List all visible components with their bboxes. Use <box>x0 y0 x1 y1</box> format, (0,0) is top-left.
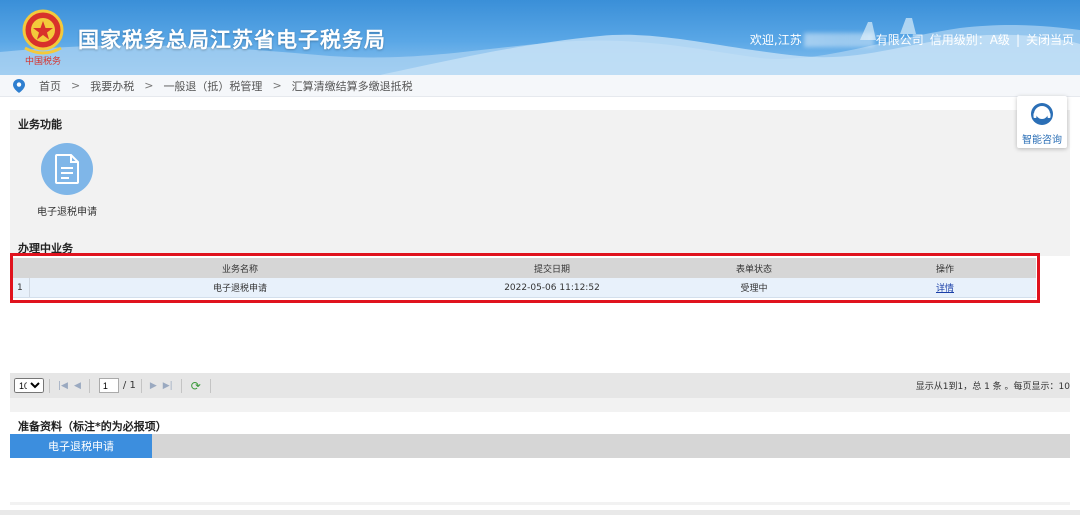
in-progress-title: 办理中业务 <box>18 242 73 255</box>
breadcrumb-separator: > <box>71 79 81 92</box>
breadcrumb-current: 汇算清缴结算多缴退抵税 <box>291 79 413 93</box>
main-panel: 业务功能 电子退税申请 办理中业务 业务名称 提交日期 表单状态 操作 1 电子… <box>10 110 1070 505</box>
document-icon <box>55 154 79 184</box>
func-icon-circle <box>41 143 93 195</box>
credit-level: 信用级别：A级 <box>929 33 1010 47</box>
pager-separator <box>88 378 90 393</box>
last-page-icon[interactable]: ▶| <box>163 381 173 391</box>
header-name: 业务名称 <box>221 264 258 275</box>
page-size-select[interactable]: 10 <box>14 378 44 393</box>
bottom-strip <box>0 510 1080 515</box>
site-header: 中国税务 国家税务总局江苏省电子税务局 欢迎,江苏 有限公司 信用级别：A级 |… <box>0 0 1080 75</box>
location-pin-icon <box>13 78 25 93</box>
company-suffix: 有限公司 <box>875 33 924 47</box>
header-date: 提交日期 <box>533 264 570 275</box>
breadcrumb: 首页 > 我要办税 > 一般退（抵）税管理 > 汇算清缴结算多缴退抵税 <box>0 75 1080 97</box>
prep-materials-title: 准备资料（标注*的为必报项） <box>18 420 167 433</box>
smart-consult-button[interactable]: 智能咨询 <box>1017 96 1067 148</box>
welcome-text: 欢迎,江苏 <box>749 33 802 47</box>
first-page-icon[interactable]: |◀ <box>58 381 68 391</box>
pager-separator <box>49 378 50 393</box>
func-label: 电子退税申请 <box>37 207 97 218</box>
detail-link[interactable]: 详情 <box>936 284 954 294</box>
e-refund-application-button[interactable]: 电子退税申请 <box>30 143 104 218</box>
refresh-icon[interactable]: ⟳ <box>191 379 201 393</box>
pager-separator <box>180 378 182 393</box>
consult-label: 智能咨询 <box>1022 135 1062 146</box>
redacted-company-name <box>803 32 874 47</box>
row-status: 受理中 <box>740 284 768 294</box>
total-pages: / 1 <box>122 380 136 391</box>
user-bar: 欢迎,江苏 有限公司 信用级别：A级 | 关闭当页 <box>750 31 1074 48</box>
breadcrumb-refund-management[interactable]: 一般退（抵）税管理 <box>163 78 262 94</box>
tax-emblem-logo: 中国税务 <box>20 8 66 67</box>
pager-separator <box>140 378 142 393</box>
header-action: 操作 <box>935 264 954 275</box>
page-number-input[interactable] <box>98 378 119 393</box>
in-progress-table: 业务名称 提交日期 表单状态 操作 1 电子退税申请 2022-05-06 11… <box>12 258 1036 298</box>
prev-page-icon[interactable]: ◀ <box>74 381 81 391</box>
tab-e-refund-application[interactable]: 电子退税申请 <box>10 434 152 458</box>
table-header: 业务名称 提交日期 表单状态 操作 <box>12 258 1036 278</box>
breadcrumb-separator: > <box>144 79 154 92</box>
business-functions-title: 业务功能 <box>18 118 62 131</box>
table-row[interactable]: 1 电子退税申请 2022-05-06 11:12:52 受理中 详情 <box>12 278 1036 298</box>
separator: | <box>1015 32 1020 47</box>
pager-info: 显示从1到1，总 1 条 。每页显示：10 <box>915 382 1070 392</box>
next-page-icon[interactable]: ▶ <box>150 381 157 391</box>
header-index <box>12 258 30 278</box>
pager: 10 |◀ ◀ / 1 ▶ ▶| ⟳ 显示从1到1，总 1 条 。每页显示：10 <box>10 373 1070 398</box>
row-date: 2022-05-06 11:12:52 <box>504 282 600 293</box>
row-index: 1 <box>12 278 30 297</box>
logo-text: 中国税务 <box>25 55 61 66</box>
pager-separator <box>209 378 211 393</box>
breadcrumb-separator: > <box>272 79 282 92</box>
row-name: 电子退税申请 <box>212 284 267 294</box>
headset-icon <box>1031 103 1053 125</box>
prep-tab-bar: 电子退税申请 <box>10 434 1070 458</box>
site-title: 国家税务总局江苏省电子税务局 <box>78 28 386 52</box>
header-status: 表单状态 <box>735 264 772 275</box>
breadcrumb-home[interactable]: 首页 <box>39 78 61 94</box>
breadcrumb-tax-handling[interactable]: 我要办税 <box>90 78 134 94</box>
close-page-link[interactable]: 关闭当页 <box>1026 31 1074 48</box>
